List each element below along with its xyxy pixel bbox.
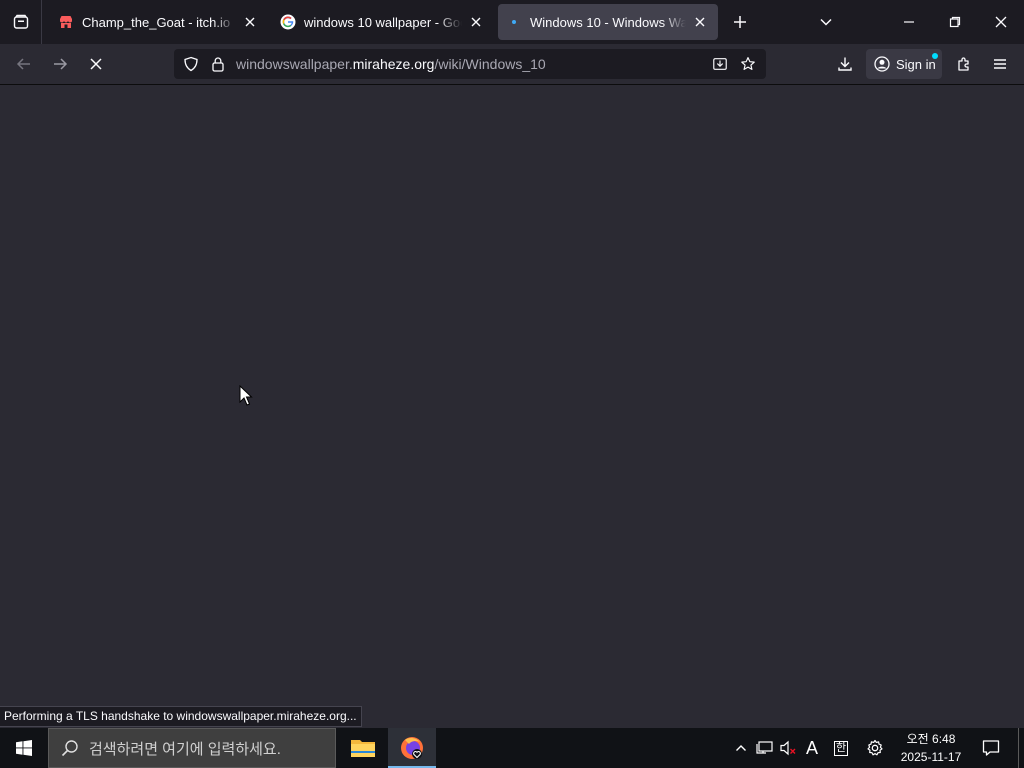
close-tab-icon[interactable]	[466, 12, 486, 32]
search-placeholder: 검색하려면 여기에 입력하세요.	[89, 740, 281, 758]
settings-button[interactable]	[862, 728, 888, 768]
notification-dot	[932, 53, 938, 59]
tab-itch[interactable]: Champ_the_Goat - itch.io	[50, 4, 268, 40]
firefox-icon	[401, 737, 423, 759]
show-desktop-button[interactable]	[1018, 728, 1024, 768]
loading-dot-icon	[506, 14, 522, 30]
stop-button[interactable]	[80, 48, 112, 80]
taskbar-clock[interactable]: 오전 6:48 2025-11-17	[890, 728, 972, 768]
clock-date: 2025-11-17	[900, 750, 962, 764]
stop-icon	[90, 58, 102, 70]
url-domain: miraheze.org	[352, 56, 435, 72]
file-explorer-button[interactable]	[339, 728, 387, 768]
ime-hangul-label: 한	[833, 740, 849, 756]
show-hidden-icons-button[interactable]	[730, 728, 752, 768]
close-tab-icon[interactable]	[690, 12, 710, 32]
url-text[interactable]: windowswallpaper.miraheze.org/wiki/Windo…	[236, 56, 546, 72]
tab-windows-10[interactable]: Windows 10 - Windows Wallpaper	[498, 4, 718, 40]
restore-button[interactable]	[932, 0, 978, 44]
back-arrow-icon	[16, 58, 30, 70]
plus-icon	[734, 16, 746, 28]
search-icon	[61, 740, 78, 757]
notification-icon	[982, 740, 1000, 756]
close-icon	[995, 16, 1007, 28]
firefox-taskbar-button[interactable]	[388, 728, 436, 768]
itch-icon	[58, 14, 74, 30]
hamburger-menu-icon	[994, 59, 1006, 69]
tab-strip: Champ_the_Goat - itch.io windows 10 wall…	[0, 0, 1024, 44]
forward-arrow-icon	[54, 58, 68, 70]
mouse-pointer-icon	[239, 384, 253, 412]
start-button[interactable]	[0, 728, 48, 768]
account-icon	[874, 56, 890, 72]
new-tab-button[interactable]	[724, 0, 756, 44]
downloads-button[interactable]	[829, 48, 861, 80]
puzzle-piece-icon	[958, 57, 969, 71]
close-window-button[interactable]	[978, 0, 1024, 44]
windows-logo-icon	[16, 740, 32, 756]
bookmark-star-icon[interactable]	[740, 56, 756, 72]
status-panel: Performing a TLS handshake to windowswal…	[0, 706, 362, 727]
firefox-view-icon	[13, 14, 28, 29]
page-content-area[interactable]	[0, 85, 1024, 728]
save-to-pocket-icon[interactable]	[712, 56, 728, 72]
minimize-icon	[904, 21, 914, 23]
application-menu-button[interactable]	[984, 48, 1016, 80]
extensions-button[interactable]	[948, 48, 980, 80]
restore-icon	[949, 16, 961, 28]
url-bar[interactable]: windowswallpaper.miraheze.org/wiki/Windo…	[174, 49, 766, 79]
ime-hangul-button[interactable]: 한	[830, 728, 852, 768]
taskbar: 검색하려면 여기에 입력하세요. A 한 오전 6:48 2025-11-17	[0, 728, 1024, 768]
google-icon	[280, 14, 296, 30]
clock-time: 오전 6:48	[906, 732, 956, 746]
network-icon	[756, 741, 773, 754]
chevron-up-icon	[736, 745, 746, 751]
volume-button[interactable]	[777, 728, 799, 768]
back-button[interactable]	[8, 48, 40, 80]
tab-title: windows 10 wallpaper - Google	[304, 14, 462, 30]
gear-icon	[867, 739, 883, 756]
sign-in-button[interactable]: Sign in	[866, 49, 942, 79]
taskbar-search-box[interactable]: 검색하려면 여기에 입력하세요.	[48, 728, 336, 768]
download-icon	[838, 57, 852, 71]
folder-icon	[351, 740, 375, 757]
sign-in-label: Sign in	[896, 56, 936, 72]
firefox-view-button[interactable]	[0, 0, 42, 44]
list-all-tabs-button[interactable]	[810, 0, 842, 44]
volume-muted-icon	[780, 740, 796, 756]
url-path: /wiki/Windows_10	[434, 56, 546, 72]
network-button[interactable]	[754, 728, 776, 768]
url-prefix: windowswallpaper.	[236, 56, 353, 72]
lock-icon[interactable]	[210, 56, 226, 72]
minimize-button[interactable]	[886, 0, 932, 44]
input-mode-indicator[interactable]: A	[801, 728, 823, 768]
chevron-down-icon	[820, 18, 832, 26]
forward-button[interactable]	[44, 48, 76, 80]
tab-google[interactable]: windows 10 wallpaper - Google	[272, 4, 494, 40]
tracking-protection-shield-icon[interactable]	[183, 56, 199, 72]
navigation-toolbar: windowswallpaper.miraheze.org/wiki/Windo…	[0, 44, 1024, 85]
tab-title: Windows 10 - Windows Wallpaper	[530, 14, 686, 30]
action-center-button[interactable]	[978, 728, 1004, 768]
tab-title: Champ_the_Goat - itch.io	[82, 14, 231, 30]
close-tab-icon[interactable]	[240, 12, 260, 32]
